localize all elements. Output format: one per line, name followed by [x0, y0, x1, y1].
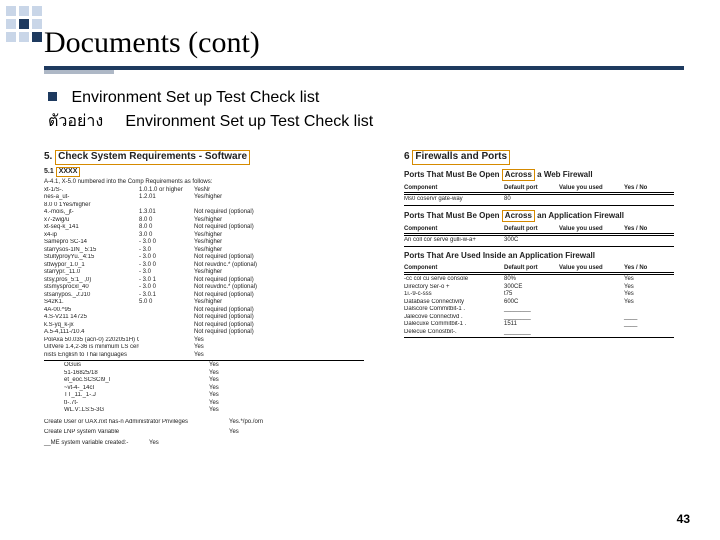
- table-row: OGuisYes: [44, 362, 364, 370]
- table-row: stsy,pros_5:1_ ,0)- 3.0 1Not required (o…: [44, 277, 364, 285]
- table-row: -cc col cu serve console80%Yes: [404, 276, 674, 284]
- corner-decoration: [6, 6, 42, 42]
- table-row: 51-16825/18Yes: [44, 370, 364, 378]
- table-row: x4-ip3.0 0Yes/higher: [44, 232, 364, 240]
- bullet-text-2: Environment Set up Test Check list: [125, 113, 373, 130]
- table-row: 4.-mois,_jt-1.3.01Not required (optional…: [44, 209, 364, 217]
- inside-firewall-heading: Ports That Are Used Inside an Applicatio…: [404, 251, 674, 261]
- create-env-row: Create LNP system Variable Yes: [44, 429, 364, 437]
- table-row: Database Connectivity600CYes: [404, 299, 674, 307]
- table-row: nists English to Thai languagesYes: [44, 352, 364, 360]
- table-row: Delecue Conostbit-.________: [404, 329, 674, 337]
- table-row: 4A-00.^95Not required (optional): [44, 307, 364, 315]
- table-row: sttwypor_1.0_1- 3.0 0Not reuvdnc.* (opti…: [44, 262, 364, 270]
- section-5-title: 5. Check System Requirements - Software: [44, 150, 364, 165]
- checklist-figure: 5. Check System Requirements - Software …: [44, 150, 684, 490]
- bullet-item-2: ตัวอย่าง Environment Set up Test Check l…: [48, 110, 373, 134]
- web-firewall-heading: Ports That Must Be Open Across a Web Fir…: [404, 169, 674, 181]
- table-row: 8.0 0 1Yes/higher: [44, 202, 364, 210]
- table-row: xt-seq-k_1418.0 0Not required (optional): [44, 224, 364, 232]
- app-firewall-heading: Ports That Must Be Open Across an Applic…: [404, 210, 674, 222]
- section-5: 5. Check System Requirements - Software …: [44, 150, 364, 447]
- page-title: Documents (cont): [44, 26, 260, 60]
- table-row: An coll cor serve gulli-w-a+300C: [404, 237, 674, 245]
- bullet-example-label: ตัวอย่าง: [48, 113, 103, 130]
- create-user-row: Create User or UAX.nxt has-n Administrat…: [44, 419, 364, 427]
- table-row: Jalecove Connectivd .____________: [404, 314, 674, 322]
- subsection-5-1: 5.1 XXXX: [44, 167, 364, 178]
- table-header: Component Default port Value you used Ye…: [404, 265, 674, 274]
- table-row: xt-1/S-.1.0.1.0 or higherYesNr: [44, 187, 364, 195]
- bullet-icon: [48, 92, 57, 101]
- bullet-text-1: Environment Set up Test Check list: [71, 89, 319, 106]
- table-row: WL.V:.LS:5-3GYes: [44, 407, 364, 415]
- section-5-intro: A-4.1, X-5.0 numbered into the Comp Requ…: [44, 179, 364, 187]
- table-row: stsmysprocxl_40- 3.0 0Not reuvdnc.* (opt…: [44, 284, 364, 292]
- bullet-item-1: Environment Set up Test Check list: [48, 86, 373, 110]
- table-row: et_eoc.SCSCI9_lYes: [44, 377, 364, 385]
- table-row: UitVere 1.4,2-36 is minimum LS cerulean …: [44, 344, 364, 352]
- table-row: Dalecuxe Commitbit-1 .1511____: [404, 321, 674, 329]
- table-row: Directory Ser-o +300CEYes: [404, 284, 674, 292]
- title-accent: [44, 70, 114, 74]
- table-row: StultyproyYu._4:15- 3.0 0Not required (o…: [44, 254, 364, 262]
- table-row: A.5-4,111-/10.4Not required (optional): [44, 329, 364, 337]
- table-row: 4.S-V211 14725Not required (optional): [44, 314, 364, 322]
- table-row: nes-a_ut-1.2.01Yes/higher: [44, 194, 364, 202]
- table-row: tI-.7t-Yes: [44, 400, 364, 408]
- title-underline: [44, 66, 684, 70]
- table-row: Samepro SC-14- 3.0 0Yes/higher: [44, 239, 364, 247]
- software-table: xt-1/S-.1.0.1.0 or higherYesNrnes-a_ut-1…: [44, 187, 364, 360]
- env-created-row: __ME system variable created:- Yes: [44, 440, 364, 448]
- locale-table: OGuisYes51-16825/18Yeset_eoc.SCSCI9_lYes…: [44, 362, 364, 415]
- section-5-title-text: Check System Requirements - Software: [55, 150, 250, 165]
- table-header: Component Default port Value you used Ye…: [404, 185, 674, 194]
- app-firewall-table: An coll cor serve gulli-w-a+300C: [404, 237, 674, 247]
- table-row: Ms0 coservr gate-way80: [404, 196, 674, 204]
- inside-firewall-table: -cc col cu serve console80%YesDirectory …: [404, 276, 674, 338]
- bullet-list: Environment Set up Test Check list ตัวอย…: [48, 86, 373, 134]
- table-row: starrysos-1IN_ 5:15- 3.0Yes/higher: [44, 247, 364, 255]
- section-6: 6 Firewalls and Ports Ports That Must Be…: [404, 150, 674, 339]
- table-row: PolAxa 50.035 (acn-0) 2202051H) Q8 paloh…: [44, 337, 364, 345]
- table-row: 1i.-9-c-ssst75Yes: [404, 291, 674, 299]
- section-6-title-text: Firewalls and Ports: [412, 150, 510, 165]
- table-row: S42K1.5.0 0Yes/higher: [44, 299, 364, 307]
- page-number: 43: [677, 512, 690, 526]
- table-row: k.S-yq_k-jxNot required (optional): [44, 322, 364, 330]
- table-row: starrypr._11.0- 3.0Yes/higher: [44, 269, 364, 277]
- web-firewall-table: Ms0 coservr gate-way80: [404, 196, 674, 206]
- table-row: x7-zwig/u8.0 0Yes/higher: [44, 217, 364, 225]
- table-header: Component Default port Value you used Ye…: [404, 226, 674, 235]
- table-row: TT_11._1-.JYes: [44, 392, 364, 400]
- section-6-title: 6 Firewalls and Ports: [404, 150, 674, 165]
- slide: Documents (cont) Environment Set up Test…: [0, 0, 720, 540]
- table-row: ~vt-4-_14cIYes: [44, 385, 364, 393]
- table-row: Dalscore Commitbit-1 .________: [404, 306, 674, 314]
- table-row: stsanypos._J:J10- 3.0.1Not required (opt…: [44, 292, 364, 300]
